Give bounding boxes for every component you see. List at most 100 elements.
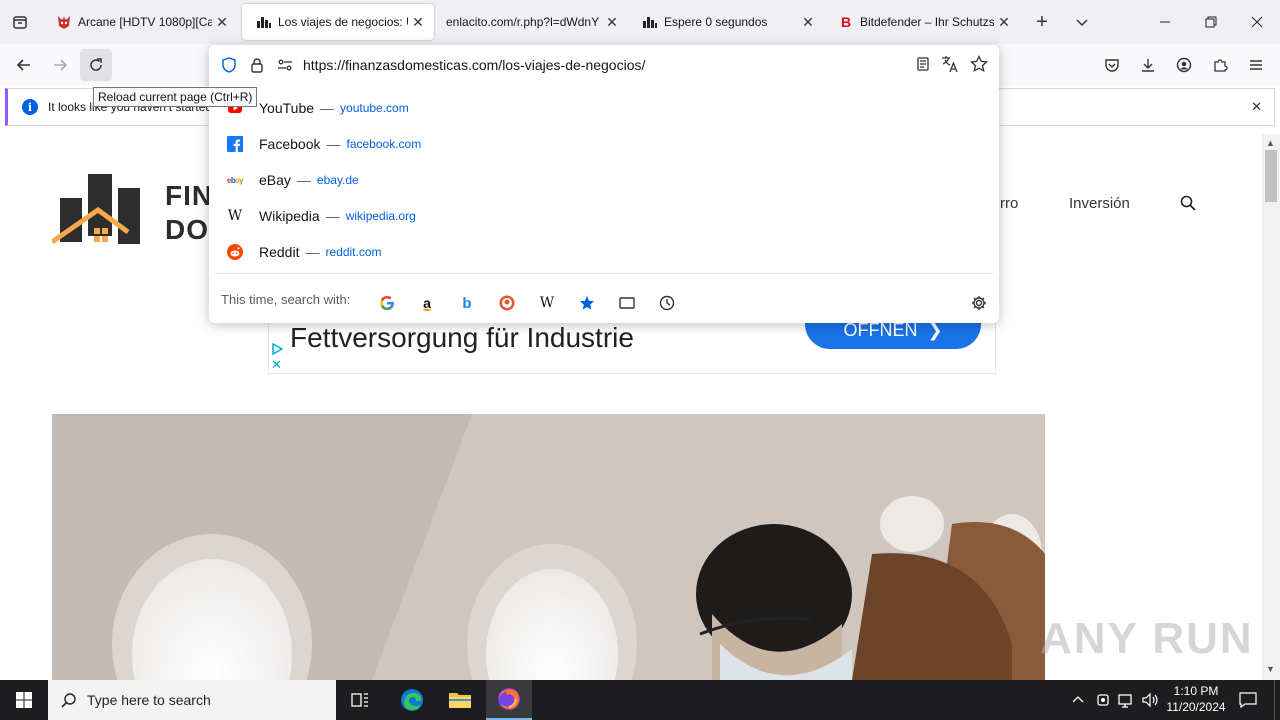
extensions-button[interactable]	[1204, 49, 1236, 81]
bing-engine-button[interactable]: b	[453, 289, 481, 317]
minimize-button[interactable]	[1142, 0, 1188, 44]
suggestion-url: reddit.com	[325, 245, 382, 259]
list-all-tabs-button[interactable]	[1068, 8, 1096, 36]
ad-open-button[interactable]: ÖFFNEN ❯	[805, 320, 981, 349]
tab-viajes-de-negocios[interactable]: Los viajes de negocios: Un ✕	[242, 4, 434, 40]
notifications-button[interactable]	[1234, 680, 1262, 720]
network-tray-icon[interactable]	[1118, 692, 1136, 713]
suggestion-title: Wikipedia	[259, 208, 320, 224]
close-tab-icon[interactable]: ✕	[408, 12, 428, 32]
bookmark-star-filled-icon	[580, 296, 594, 310]
show-hidden-icons-button[interactable]	[1070, 692, 1086, 708]
task-view-icon	[351, 693, 368, 707]
new-tab-button[interactable]: +	[1028, 8, 1056, 36]
chevron-up-icon	[1072, 696, 1084, 703]
tracking-protection-shield-icon[interactable]	[221, 57, 237, 73]
url-input[interactable]: https://finanzasdomesticas.com/los-viaje…	[303, 57, 645, 73]
network-icon	[1118, 694, 1132, 708]
suggestion-separator: —	[296, 172, 311, 188]
reader-view-icon[interactable]	[915, 56, 931, 72]
suggestion-reddit[interactable]: Reddit — reddit.com	[209, 234, 999, 270]
site-search-button[interactable]	[1180, 195, 1196, 216]
search-settings-button[interactable]	[965, 289, 993, 317]
ebay-icon: ebay	[226, 175, 244, 185]
translate-icon[interactable]	[941, 55, 959, 73]
volume-tray-icon[interactable]	[1142, 692, 1160, 713]
back-button[interactable]	[8, 49, 40, 81]
tabs-search-button[interactable]	[613, 289, 641, 317]
history-search-button[interactable]	[653, 289, 681, 317]
scrollbar-thumb[interactable]	[1265, 150, 1277, 202]
tab-arcane[interactable]: Arcane [HDTV 1080p][Cap ✕	[42, 4, 238, 40]
close-window-button[interactable]	[1234, 0, 1280, 44]
edge-icon	[401, 689, 423, 711]
clock-time: 1:10 PM	[1173, 684, 1219, 698]
bookmark-star-icon[interactable]	[970, 55, 988, 73]
start-button[interactable]	[0, 680, 48, 720]
permissions-icon[interactable]	[277, 57, 293, 73]
scroll-down-arrow[interactable]: ▼	[1266, 664, 1275, 674]
account-icon	[1176, 57, 1192, 73]
app-menu-button[interactable]	[1240, 49, 1272, 81]
suggestion-separator: —	[325, 208, 340, 224]
nav-item-ahorro[interactable]: rro	[1000, 195, 1018, 212]
search-with-label: This time, search with:	[221, 292, 351, 307]
close-tab-icon[interactable]: ✕	[994, 12, 1014, 32]
action-center-icon	[1239, 692, 1257, 708]
bookmarks-search-button[interactable]	[573, 289, 601, 317]
buildings-logo-icon	[52, 174, 140, 245]
suggestion-ebay[interactable]: ebay eBay — ebay.de	[209, 162, 999, 198]
reload-icon	[90, 58, 102, 71]
forward-button[interactable]	[44, 49, 76, 81]
duckduckgo-engine-button[interactable]	[493, 289, 521, 317]
nav-item-inversion[interactable]: Inversión	[1069, 195, 1130, 212]
reload-button[interactable]	[80, 49, 112, 81]
file-explorer-taskbar-button[interactable]	[438, 680, 482, 720]
adchoices-icon[interactable]	[271, 343, 283, 355]
tab-title: Los viajes de negocios: Un	[278, 15, 408, 29]
downloads-button[interactable]	[1132, 49, 1164, 81]
close-tab-icon[interactable]: ✕	[212, 12, 232, 32]
divider	[215, 273, 993, 274]
ad-cta-label: ÖFFNEN	[843, 320, 918, 340]
urlbar[interactable]: https://finanzasdomesticas.com/los-viaje…	[209, 45, 999, 85]
wikipedia-engine-button[interactable]: W	[533, 289, 561, 317]
clock[interactable]: 1:10 PM 11/20/2024	[1164, 683, 1228, 717]
show-desktop-button[interactable]	[1274, 680, 1280, 720]
edge-taskbar-button[interactable]	[390, 680, 434, 720]
firefox-taskbar-button[interactable]	[486, 680, 532, 720]
scroll-up-arrow[interactable]: ▲	[1266, 138, 1275, 148]
chevron-right-icon: ❯	[927, 320, 943, 340]
restore-button[interactable]	[1188, 0, 1234, 44]
suggestion-title: eBay	[259, 172, 291, 188]
close-tab-icon[interactable]: ✕	[798, 12, 818, 32]
task-view-button[interactable]	[340, 680, 380, 720]
close-tab-icon[interactable]: ✕	[602, 12, 622, 32]
page-scrollbar[interactable]: ▲ ▼	[1262, 134, 1280, 680]
account-button[interactable]	[1168, 49, 1200, 81]
article-hero-image	[52, 414, 1045, 680]
toolbar-icons-right	[1096, 49, 1276, 81]
arrow-left-icon	[16, 59, 30, 71]
suggestion-youtube[interactable]: YouTube — youtube.com	[209, 90, 999, 126]
taskbar-search-box[interactable]: Type here to search	[48, 680, 336, 720]
tab-espere[interactable]: Espere 0 segundos ✕	[628, 4, 824, 40]
logo-text-line-2: DO	[165, 214, 209, 245]
close-ad-icon[interactable]: ✕	[271, 357, 282, 373]
close-notification-icon[interactable]: ✕	[1251, 99, 1262, 115]
bitdefender-favicon-icon: B	[840, 14, 852, 30]
tray-app-icon[interactable]	[1095, 692, 1111, 713]
pocket-button[interactable]	[1096, 49, 1128, 81]
ad-banner[interactable]: Fettversorgung für Industrie ÖFFNEN ❯ ✕	[268, 320, 996, 374]
amazon-engine-button[interactable]: a	[413, 289, 441, 317]
gear-icon	[972, 296, 986, 310]
suggestion-facebook[interactable]: Facebook — facebook.com	[209, 126, 999, 162]
suggestion-wikipedia[interactable]: W Wikipedia — wikipedia.org	[209, 198, 999, 234]
site-logo[interactable]: FIN DO	[52, 170, 222, 250]
lock-icon[interactable]	[249, 57, 265, 73]
tab-bitdefender[interactable]: B Bitdefender – Ihr Schutzsc ✕	[824, 4, 1020, 40]
history-clock-icon	[659, 295, 675, 311]
tab-overview-button[interactable]	[6, 8, 34, 36]
tab-enlacito[interactable]: enlacito.com/r.php?l=dWdnY ✕	[432, 4, 628, 40]
google-engine-button[interactable]	[373, 289, 401, 317]
